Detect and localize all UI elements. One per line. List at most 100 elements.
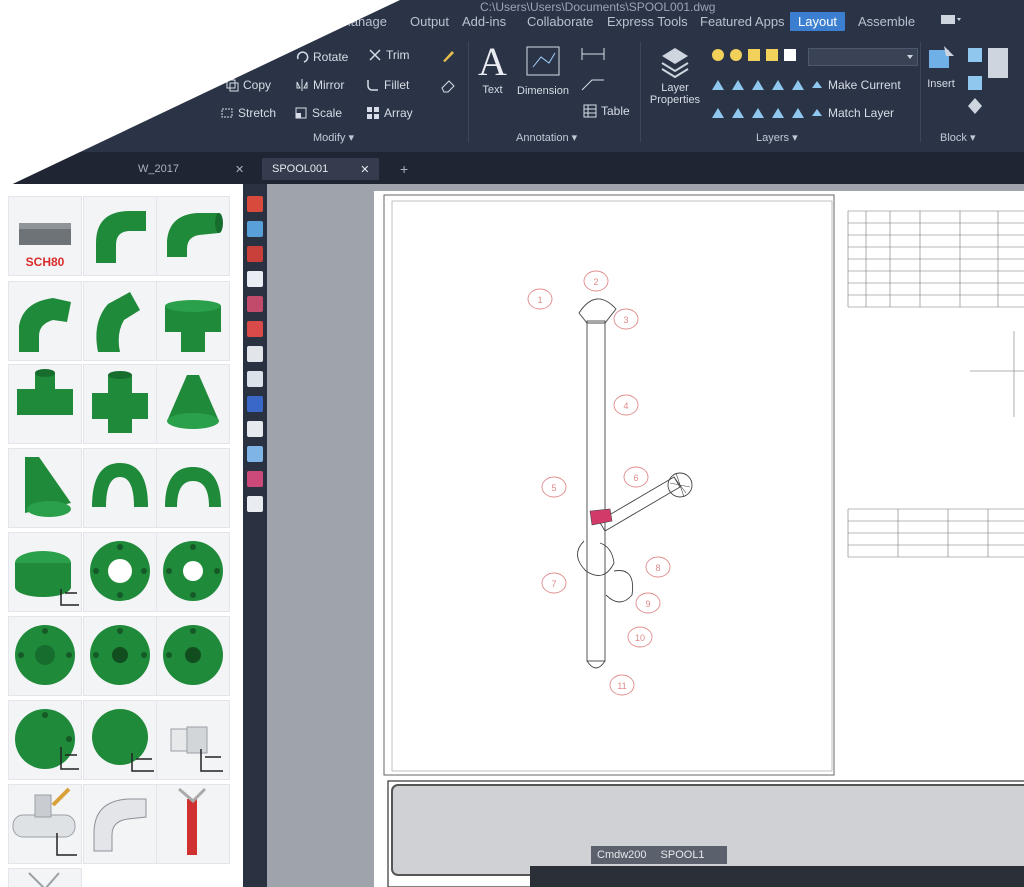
layout-sheet[interactable]: 1 2 3 4 5 6 7 8 9 10 11 bbox=[374, 191, 1024, 887]
palette-tile-tee[interactable] bbox=[156, 281, 230, 361]
palette-tile-elbow-lateral[interactable] bbox=[83, 281, 157, 361]
tool-palette-button[interactable] bbox=[247, 321, 263, 337]
insert-button[interactable]: Insert bbox=[926, 44, 956, 90]
copy-button[interactable]: Copy bbox=[225, 78, 271, 92]
layer-properties-button[interactable]: Layer Properties bbox=[648, 44, 702, 106]
palette-tile-branch-outlet-2[interactable] bbox=[8, 784, 82, 864]
tool-palette-button[interactable] bbox=[247, 396, 263, 412]
tab-layout[interactable]: Layout bbox=[790, 12, 846, 31]
tab-collaborate[interactable]: Collaborate bbox=[527, 14, 594, 29]
close-icon[interactable]: ✕ bbox=[360, 163, 369, 176]
autocad-plant-window: C:\Users\Users\Documents\SPOOL001.dwg Ma… bbox=[0, 0, 1024, 887]
ribbon-options-icon[interactable] bbox=[940, 12, 962, 29]
modify-panel-label[interactable]: Modify ▾ bbox=[313, 131, 354, 144]
tool-palette-button[interactable] bbox=[247, 371, 263, 387]
tool-palette-button[interactable] bbox=[247, 421, 263, 437]
palette-tile-cross[interactable] bbox=[83, 364, 157, 444]
palette-tile-flange-weldneck[interactable] bbox=[83, 532, 157, 612]
tool-palette-button[interactable] bbox=[247, 196, 263, 212]
elbow-90-short-icon bbox=[167, 213, 223, 257]
close-icon[interactable]: ✕ bbox=[235, 163, 244, 176]
tool-palette-button[interactable] bbox=[247, 496, 263, 512]
pencil-icon[interactable] bbox=[440, 48, 456, 64]
tab-express-tools[interactable]: Express Tools bbox=[607, 14, 688, 29]
tool-palette-button[interactable] bbox=[247, 446, 263, 462]
palette-tile-flange-socket[interactable] bbox=[83, 616, 157, 696]
tile-label: SCH80 bbox=[25, 255, 65, 269]
tab-featured-apps[interactable]: Featured Apps bbox=[700, 14, 785, 29]
doc-tab-spool001[interactable]: SPOOL001 ✕ bbox=[262, 158, 380, 180]
stretch-button[interactable]: Stretch bbox=[220, 106, 276, 120]
drawing-frame bbox=[383, 194, 835, 776]
balloon-number: 5 bbox=[551, 483, 556, 493]
array-button[interactable]: Array bbox=[366, 106, 413, 120]
rotate-button[interactable]: Rotate bbox=[295, 50, 348, 64]
layer-tools-row-1[interactable] bbox=[710, 76, 810, 94]
new-tab-button[interactable]: + bbox=[390, 158, 418, 180]
layer-state-icons[interactable] bbox=[710, 46, 810, 64]
palette-tile-reducer-concentric[interactable] bbox=[156, 364, 230, 444]
insert-icon bbox=[929, 46, 954, 68]
layer-dropdown[interactable] bbox=[808, 48, 918, 66]
palette-tile-return-bend-long[interactable] bbox=[156, 448, 230, 528]
layers-panel-label[interactable]: Layers ▾ bbox=[756, 131, 798, 144]
palette-tile-coupling[interactable] bbox=[83, 700, 157, 780]
doc-tab-w2017[interactable]: W_2017 ✕ bbox=[128, 158, 254, 180]
table-icon bbox=[583, 104, 597, 118]
palette-tile-elbow-45[interactable] bbox=[8, 281, 82, 361]
scale-button[interactable]: Scale bbox=[294, 106, 342, 120]
tool-palette-button[interactable] bbox=[247, 221, 263, 237]
balloon-number: 10 bbox=[635, 633, 645, 643]
make-current-button[interactable]: Make Current bbox=[810, 78, 901, 92]
flange-socket-icon bbox=[90, 625, 150, 685]
annotation-panel-label[interactable]: Annotation ▾ bbox=[516, 131, 577, 144]
tab-add-ins[interactable]: Add-ins bbox=[462, 14, 506, 29]
fillet-button[interactable]: Fillet bbox=[366, 78, 409, 92]
palette-tile-elbow-bent[interactable] bbox=[83, 784, 157, 864]
dimension-icon bbox=[526, 46, 560, 76]
command-bar[interactable] bbox=[530, 866, 1024, 887]
balloon-number: 9 bbox=[645, 599, 650, 609]
palette-tile-elbow-90[interactable] bbox=[83, 196, 157, 276]
table-button[interactable]: Table bbox=[583, 104, 630, 118]
dimension-button[interactable]: Dimension bbox=[517, 45, 569, 97]
command-input[interactable]: Cmdw200 SPOOL1 bbox=[591, 846, 727, 864]
leader-icon[interactable] bbox=[580, 76, 606, 92]
palette-tile-pipe-sch80[interactable]: SCH80 bbox=[8, 196, 82, 276]
mirror-button[interactable]: Mirror bbox=[295, 78, 344, 92]
tab-assemble[interactable]: Assemble bbox=[858, 14, 915, 29]
pipe-top-elbow bbox=[578, 298, 617, 324]
palette-tile-reducer-eccentric[interactable] bbox=[8, 448, 82, 528]
palette-tile-branch-outlet[interactable] bbox=[156, 700, 230, 780]
palette-tile-flange-threaded[interactable] bbox=[8, 700, 82, 780]
tab-output[interactable]: Output bbox=[410, 14, 449, 29]
create-block-icon[interactable] bbox=[966, 46, 1010, 126]
tool-palette-button[interactable] bbox=[247, 346, 263, 362]
drawing-canvas[interactable]: 1 2 3 4 5 6 7 8 9 10 11 bbox=[267, 184, 1024, 887]
tool-palette-button[interactable] bbox=[247, 296, 263, 312]
palette-tile-valve-stem[interactable] bbox=[156, 784, 230, 864]
elbow-45-icon bbox=[19, 298, 71, 352]
palette-tile-flange-blind[interactable] bbox=[8, 616, 82, 696]
match-layer-button[interactable]: Match Layer bbox=[810, 106, 894, 120]
linear-dim-icon[interactable] bbox=[580, 46, 606, 62]
branch-outlet-icon bbox=[170, 726, 223, 772]
palette-tile-return-bend-180[interactable] bbox=[83, 448, 157, 528]
palette-tile-flange-lapjoint[interactable] bbox=[156, 616, 230, 696]
tool-palette-button[interactable] bbox=[247, 271, 263, 287]
palette-tile-flange-slipon[interactable] bbox=[156, 532, 230, 612]
erase-icon[interactable] bbox=[440, 78, 456, 94]
block-panel-label[interactable]: Block ▾ bbox=[940, 131, 975, 144]
tab-manage[interactable]: Manage bbox=[340, 14, 387, 29]
trim-button[interactable]: Trim bbox=[368, 48, 410, 62]
palette-tile-elbow-90-short[interactable] bbox=[156, 196, 230, 276]
palette-tile-tee-reducing[interactable] bbox=[8, 364, 82, 444]
palette-tile-reducer-small[interactable] bbox=[8, 868, 82, 887]
layer-tools-row-2[interactable] bbox=[710, 104, 810, 122]
text-button[interactable]: A Text bbox=[478, 42, 507, 97]
ribbon-separator bbox=[640, 42, 641, 142]
tool-palette-button[interactable] bbox=[247, 471, 263, 487]
return-bend-180-icon bbox=[92, 463, 148, 507]
tool-palette-button[interactable] bbox=[247, 246, 263, 262]
palette-tile-cap-flanged[interactable] bbox=[8, 532, 82, 612]
